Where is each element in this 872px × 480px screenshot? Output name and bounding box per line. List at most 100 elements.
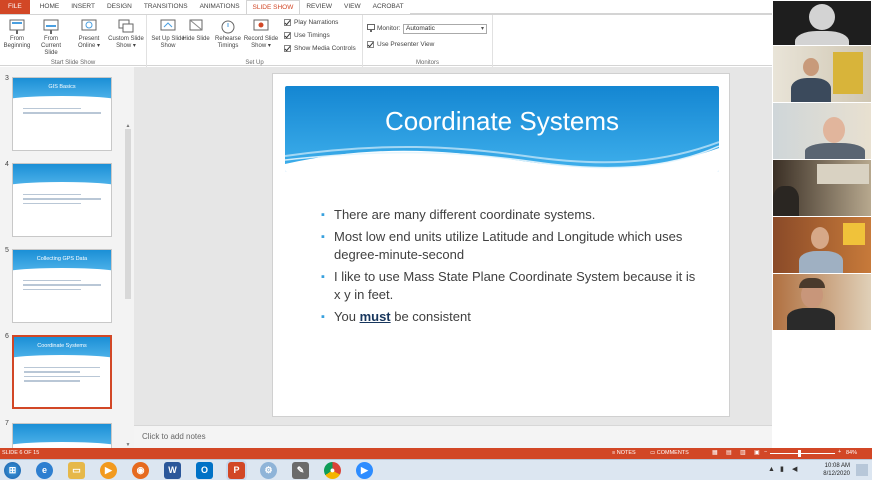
notes-toggle[interactable]: ≡ NOTES bbox=[612, 450, 636, 456]
bullet-square-icon: ▪ bbox=[321, 231, 325, 243]
present-online-label: Present Online ▾ bbox=[77, 36, 101, 49]
participant-video-3[interactable] bbox=[773, 103, 871, 159]
start-button-icon[interactable]: ⊞ bbox=[4, 462, 21, 479]
tab-review[interactable]: REVIEW bbox=[300, 0, 338, 14]
notes-placeholder[interactable]: Click to add notes bbox=[142, 432, 206, 441]
group-start-slide-show: From Beginning From Current Slide Presen… bbox=[0, 15, 147, 67]
tab-file[interactable]: FILE bbox=[0, 0, 30, 14]
comments-toggle[interactable]: ▭ COMMENTS bbox=[650, 450, 689, 456]
thumb-text-line bbox=[23, 112, 101, 114]
poster bbox=[833, 52, 863, 94]
present-online-button[interactable]: Present Online ▾ bbox=[72, 17, 106, 50]
slide-thumbnail-3[interactable]: GIS Basics bbox=[12, 77, 112, 151]
thumb-text-line bbox=[23, 284, 101, 286]
show-media-controls-checkbox[interactable]: Show Media Controls bbox=[284, 45, 356, 52]
checkbox-checked bbox=[367, 41, 374, 48]
thumb-text-line bbox=[23, 107, 81, 109]
monitor-select[interactable]: Automatic bbox=[403, 24, 487, 34]
zoom-out-icon[interactable]: − bbox=[764, 449, 767, 455]
from-current-slide-button[interactable]: From Current Slide bbox=[34, 17, 68, 57]
system-clock[interactable]: 10:08 AM 8/12/2020 bbox=[823, 462, 850, 478]
record-icon bbox=[253, 19, 269, 31]
slide-thumbnail-7[interactable] bbox=[12, 423, 112, 448]
ribbon: From Beginning From Current Slide Presen… bbox=[0, 14, 772, 67]
custom-slide-show-button[interactable]: Custom Slide Show ▾ bbox=[106, 17, 146, 50]
reading-view-icon[interactable]: ▥ bbox=[740, 449, 746, 456]
powerpoint-icon[interactable]: P bbox=[228, 462, 245, 479]
play-narrations-checkbox[interactable]: Play Narrations bbox=[284, 19, 338, 26]
thumb-text-line bbox=[24, 380, 80, 382]
hide-slide-button[interactable]: Hide Slide bbox=[181, 17, 211, 43]
bullet-item: ▪ Most low end units utilize Latitude and… bbox=[321, 228, 701, 264]
rehearse-timings-button[interactable]: Rehearse Timings bbox=[211, 17, 245, 50]
slide-bullet-list[interactable]: ▪ There are many different coordinate sys… bbox=[321, 206, 701, 330]
participant-body bbox=[799, 251, 843, 273]
tab-home[interactable]: HOME bbox=[34, 0, 66, 14]
tab-slide-show[interactable]: SLIDE SHOW bbox=[245, 0, 301, 14]
zoom-level[interactable]: 84% bbox=[846, 450, 857, 456]
participant-video-4[interactable] bbox=[773, 160, 871, 216]
pin-app-icon[interactable]: ✎ bbox=[292, 462, 309, 479]
bullet-square-icon: ▪ bbox=[321, 311, 325, 323]
slide-sorter-icon[interactable]: ▤ bbox=[726, 449, 732, 456]
current-slide[interactable]: Coordinate Systems ▪ There are many diffe… bbox=[272, 73, 730, 417]
tab-animations[interactable]: ANIMATIONS bbox=[194, 0, 246, 14]
thumb-text-line bbox=[24, 375, 100, 377]
monitor-label-row: Monitor: bbox=[367, 24, 400, 32]
file-explorer-icon[interactable]: ▭ bbox=[68, 462, 85, 479]
zoom-in-icon[interactable]: + bbox=[838, 449, 841, 455]
volume-tray-icon[interactable]: ◀ bbox=[792, 465, 797, 473]
participant-body bbox=[791, 78, 831, 102]
media-player-icon[interactable]: ▶ bbox=[100, 462, 117, 479]
participant-body bbox=[805, 143, 865, 159]
use-timings-checkbox[interactable]: Use Timings bbox=[284, 32, 330, 39]
record-slide-show-button[interactable]: Record Slide Show ▾ bbox=[243, 17, 279, 50]
firefox-icon[interactable]: ◉ bbox=[132, 462, 149, 479]
zoom-slider-track[interactable] bbox=[770, 453, 835, 454]
bullet-square-icon: ▪ bbox=[321, 209, 325, 221]
word-icon[interactable]: W bbox=[164, 462, 181, 479]
slide-thumbnail-5[interactable]: Collecting GPS Data bbox=[12, 249, 112, 323]
participant-video-6[interactable] bbox=[773, 274, 871, 330]
scrollbar-thumb[interactable] bbox=[125, 129, 131, 299]
normal-view-icon[interactable]: ▦ bbox=[712, 449, 718, 456]
notes-pane[interactable]: Click to add notes bbox=[134, 425, 772, 448]
thumb-number: 3 bbox=[5, 75, 9, 82]
avatar-body bbox=[795, 31, 849, 45]
slide-editor: Coordinate Systems ▪ There are many diffe… bbox=[134, 67, 772, 448]
slide-thumbnail-6[interactable]: Coordinate Systems bbox=[12, 335, 112, 409]
zoom-app-icon[interactable]: ▶ bbox=[356, 462, 373, 479]
slide-thumbnail-4[interactable] bbox=[12, 163, 112, 237]
checkbox-checked bbox=[284, 19, 291, 26]
participant-body bbox=[773, 186, 799, 216]
tab-acrobat[interactable]: ACROBAT bbox=[367, 0, 410, 14]
hide-slide-label: Hide Slide bbox=[182, 36, 210, 42]
tab-view[interactable]: VIEW bbox=[338, 0, 367, 14]
zoom-slider-thumb[interactable] bbox=[798, 450, 801, 457]
checkbox-checked bbox=[284, 45, 291, 52]
outlook-icon[interactable]: O bbox=[196, 462, 213, 479]
set-up-slide-show-button[interactable]: Set Up Slide Show bbox=[151, 17, 185, 50]
use-presenter-view-label: Use Presenter View bbox=[377, 41, 435, 48]
participant-video-5[interactable] bbox=[773, 217, 871, 273]
notifications-icon[interactable] bbox=[856, 464, 868, 476]
stopwatch-icon bbox=[221, 20, 235, 34]
tray-up-arrow-icon[interactable]: ▲ bbox=[768, 466, 775, 473]
tab-insert[interactable]: INSERT bbox=[65, 0, 101, 14]
tab-design[interactable]: DESIGN bbox=[101, 0, 138, 14]
network-app-icon[interactable]: ⚙ bbox=[260, 462, 277, 479]
thumbnail-scrollbar[interactable]: ▲ ▼ bbox=[124, 123, 132, 448]
participant-video-2[interactable] bbox=[773, 46, 871, 102]
chrome-icon[interactable]: ● bbox=[324, 462, 341, 479]
network-tray-icon[interactable]: ▮ bbox=[780, 465, 784, 473]
slide-title[interactable]: Coordinate Systems bbox=[285, 106, 719, 137]
tab-transitions[interactable]: TRANSITIONS bbox=[138, 0, 194, 14]
internet-explorer-icon[interactable]: e bbox=[36, 462, 53, 479]
monitor-icon bbox=[367, 24, 375, 32]
from-beginning-button[interactable]: From Beginning bbox=[0, 17, 34, 50]
video-participant-strip bbox=[772, 0, 872, 448]
slideshow-view-icon[interactable]: ▣ bbox=[754, 449, 760, 456]
use-presenter-view-checkbox[interactable]: Use Presenter View bbox=[367, 41, 434, 48]
participant-video-1[interactable] bbox=[773, 1, 871, 45]
thumb-number: 6 bbox=[5, 333, 9, 340]
